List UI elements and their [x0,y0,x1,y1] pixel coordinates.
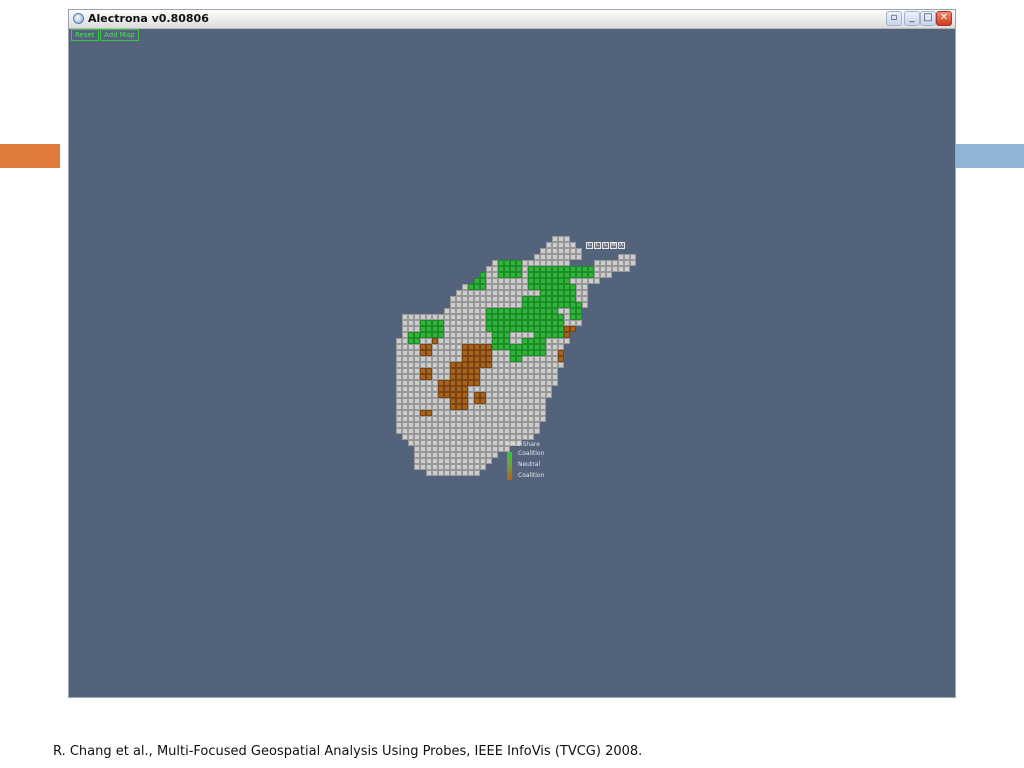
map-cell-neutral[interactable] [480,464,486,470]
probe-controls: CCLMX [586,242,626,250]
map-cell-neutral[interactable] [534,428,540,434]
map-cell-neutral[interactable] [540,416,546,422]
restore-window-button[interactable]: ▫ [886,11,902,26]
mind-share-legend: Mind-Share Coalition Neutral Coalition [506,441,566,481]
minimize-button[interactable]: _ [904,11,920,26]
probe-control-button[interactable]: M [610,242,617,249]
app-window: Alectrona v0.80806 ▫ _ □ ✕ Reset Add Map… [68,9,956,698]
slide-accent-left [0,144,60,168]
map-cell-neutral[interactable] [546,392,552,398]
legend-item-bottom: Coalition [518,472,545,479]
map-cell-neutral[interactable] [606,272,612,278]
reset-button[interactable]: Reset [71,29,99,41]
legend-title: Mind-Share [506,441,540,448]
slide-caption: R. Chang et al., Multi-Focused Geospatia… [53,744,643,759]
slide-accent-right [956,144,1024,168]
maximize-button[interactable]: □ [920,11,936,26]
legend-item-top: Coalition [518,450,545,457]
map-cell-neutral[interactable] [624,266,630,272]
map-cell-neutral[interactable] [486,458,492,464]
app-icon [73,13,84,24]
window-title: Alectrona v0.80806 [88,12,209,25]
probe-close-button[interactable]: X [618,242,625,249]
map-cell-neutral[interactable] [558,362,564,368]
map-cell-neutral[interactable] [582,302,588,308]
add-map-button[interactable]: Add Map [100,29,139,41]
map-cell-neutral[interactable] [492,452,498,458]
close-button[interactable]: ✕ [936,11,952,26]
title-bar[interactable]: Alectrona v0.80806 ▫ _ □ ✕ [69,10,955,29]
map-cell-coalition-negative[interactable] [570,326,576,332]
probe-control-button[interactable]: C [594,242,601,249]
map-cell-neutral[interactable] [552,380,558,386]
legend-color-bar [507,452,512,480]
map-cell-neutral[interactable] [594,278,600,284]
map-cell-neutral[interactable] [576,254,582,260]
map-cell-neutral[interactable] [576,320,582,326]
probe-control-button[interactable]: C [586,242,593,249]
map-cell-neutral[interactable] [630,260,636,266]
map-cell-neutral[interactable] [564,338,570,344]
map-cell-neutral[interactable] [474,470,480,476]
legend-item-middle: Neutral [518,461,541,468]
probe-control-button[interactable]: L [602,242,609,249]
map-cell-neutral[interactable] [528,434,534,440]
